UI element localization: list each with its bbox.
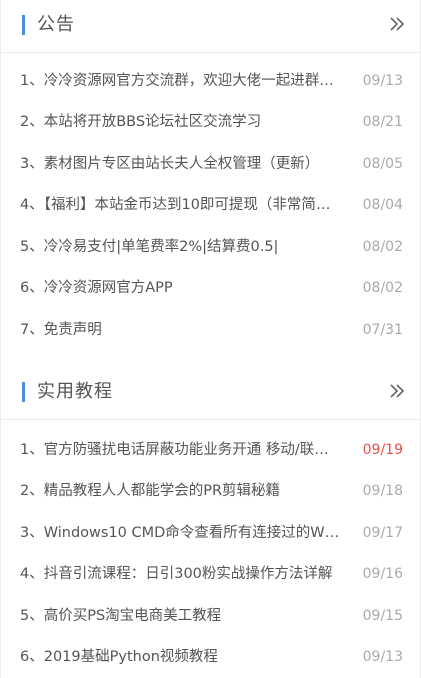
announcements-header: 公告 <box>0 0 421 53</box>
list-item[interactable]: 2、本站将开放BBS论坛社区交流学习 08/21 <box>0 102 421 144</box>
list-item[interactable]: 5、冷冷易支付|单笔费率2%|结算费0.5| 08/02 <box>0 226 421 268</box>
tutorials-title: 实用教程 <box>37 381 113 402</box>
list-item[interactable]: 6、2019基础Python视频教程 09/13 <box>0 637 421 678</box>
announcements-list: 1、冷冷资源网官方交流群，欢迎大佬一起进群交流 09/13 2、本站将开放BBS论… <box>0 60 421 351</box>
tutorials-header: 实用教程 <box>0 367 421 420</box>
list-item[interactable]: 1、官方防骚扰电话屏蔽功能业务开通 移动/联通/电信 09/19 <box>0 429 421 471</box>
list-item[interactable]: 1、冷冷资源网官方交流群，欢迎大佬一起进群交流 09/13 <box>0 60 421 102</box>
list-item[interactable]: 5、高价买PS淘宝电商美工教程 09/15 <box>0 595 421 637</box>
list-item[interactable]: 4、【福利】本站金币达到10即可提现（非常简单） 08/04 <box>0 185 421 227</box>
list-item[interactable]: 3、素材图片专区由站长夫人全权管理（更新） 08/05 <box>0 143 421 185</box>
double-chevron-right-icon <box>390 384 405 398</box>
announcements-title: 公告 <box>37 14 75 35</box>
list-item[interactable]: 2、精品教程人人都能学会的PR剪辑秘籍 09/18 <box>0 471 421 513</box>
list-item[interactable]: 3、Windows10 CMD命令查看所有连接过的WIFI密码 09/17 <box>0 512 421 554</box>
double-chevron-right-icon <box>390 17 405 31</box>
list-item[interactable]: 6、冷冷资源网官方APP 08/02 <box>0 268 421 310</box>
tutorials-list: 1、官方防骚扰电话屏蔽功能业务开通 移动/联通/电信 09/19 2、精品教程人人… <box>0 429 421 678</box>
sidebar-panel: 公告 1、冷冷资源网官方交流群，欢迎大佬一起进群交流 09/13 2、本站将开放B… <box>0 0 421 678</box>
list-item[interactable]: 4、抖音引流课程：日引300粉实战操作方法详解 09/16 <box>0 554 421 596</box>
tutorials-more-button[interactable] <box>383 377 411 405</box>
accent-bar <box>22 15 25 35</box>
announcements-more-button[interactable] <box>383 10 411 38</box>
list-item[interactable]: 7、免责声明 07/31 <box>0 309 421 351</box>
accent-bar <box>22 382 25 402</box>
